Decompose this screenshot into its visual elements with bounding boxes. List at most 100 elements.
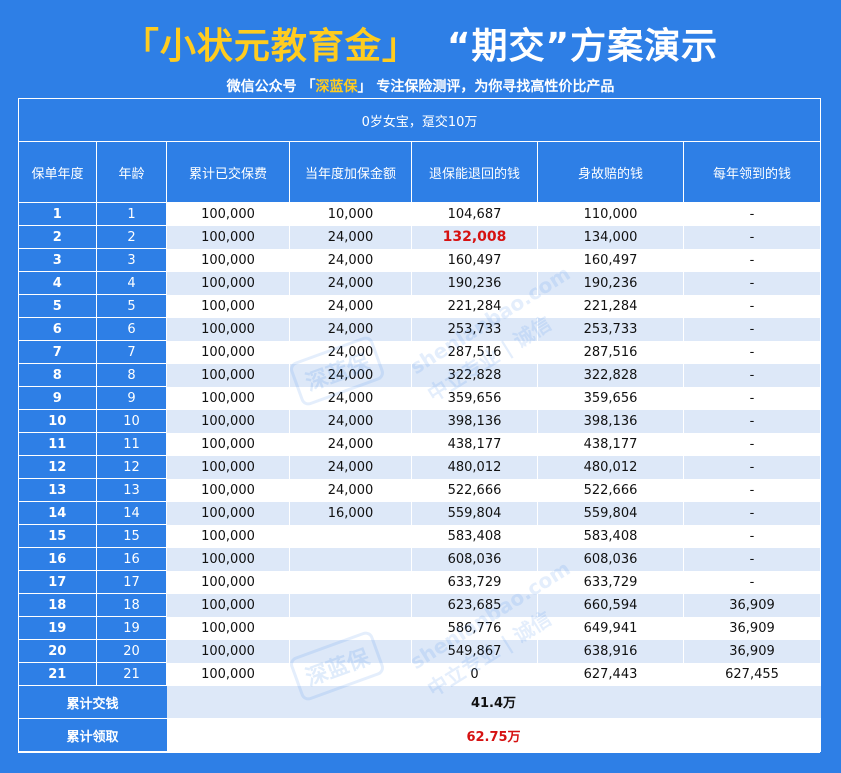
table-cell: 24,000 [289,317,412,341]
table-cell: 132,008 [411,225,538,249]
table-cell: 24,000 [289,340,412,364]
title-brand: 小状元教育金 [159,26,382,67]
table-cell: 100,000 [166,593,290,617]
table-row: 14 14 100,000 16,000 559,804 559,804- [18,501,822,525]
table-cell: 10 [18,409,97,433]
summary-label: 累计领取 [18,718,167,752]
table-row: 21 21 100,000 0 627,443 627,455 [18,662,822,686]
table-cell: 608,036 [537,547,684,571]
table-cell: 36,909 [683,616,822,640]
table-cell: - [683,455,822,479]
table-cell: 100,000 [166,639,290,663]
table-cell: 16 [18,547,97,571]
column-header: 年龄 [96,141,167,203]
table-cell: - [683,409,822,433]
table-cell: 100,000 [166,225,290,249]
table-cell: - [683,524,822,548]
table-cell: 8 [96,363,167,387]
column-header: 累计已交保费 [166,141,290,203]
subtitle-prefix: 微信公众号 「 [226,79,316,95]
table-cell: 100,000 [166,317,290,341]
table-row: 3 3 100,000 24,000 160,497 160,497- [18,248,822,272]
table-cell: 104,687 [411,202,538,226]
table-row: 12 12 100,000 24,000 480,012 480,012- [18,455,822,479]
table-cell: 16,000 [289,501,412,525]
table-row: 17 17 100,000 633,729 633,729- [18,570,822,594]
table-cell: 13 [18,478,97,502]
table-cell: 4 [18,271,97,295]
table-cell: 100,000 [166,547,290,571]
table-cell: 522,666 [411,478,538,502]
table-row: 19 19 100,000 586,776 649,941 36,909 [18,616,822,640]
table-cell: 160,497 [537,248,684,272]
table-cell: 100,000 [166,294,290,318]
table-cell: 9 [18,386,97,410]
table-cell: 221,284 [537,294,684,318]
table-row: 15 15 100,000 583,408 583,408- [18,524,822,548]
table-cell: - [683,363,822,387]
table-cell: 100,000 [166,662,290,686]
table-cell: 549,867 [411,639,538,663]
table-cell: 15 [96,524,167,548]
table-cell: 13 [96,478,167,502]
table-cell: 438,177 [537,432,684,456]
table-cell: - [683,202,822,226]
table-cell: 6 [18,317,97,341]
table-row: 4 4 100,000 24,000 190,236 190,236- [18,271,822,295]
table-cell [289,662,412,686]
table-cell: 522,666 [537,478,684,502]
table-cell: 586,776 [411,616,538,640]
column-header: 每年领到的钱 [682,141,822,203]
table-caption-row: 0岁女宝，趸交10万 [17,98,822,142]
table-row: 1 1 100,000 10,000 104,687 110,000- [18,202,822,226]
table-row: 16 16 100,000 608,036 608,036- [18,547,822,571]
table-cell: 24,000 [289,386,412,410]
table-cell: 559,804 [411,501,538,525]
table-cell: 221,284 [411,294,538,318]
table-cell: 6 [96,317,167,341]
title-rest: “期交”方案演示 [446,26,719,67]
table-cell: 24,000 [289,363,412,387]
table-cell: 19 [96,616,167,640]
table-cell: 583,408 [411,524,538,548]
table-cell: 583,408 [537,524,684,548]
table-row: 13 13 100,000 24,000 522,666 522,666- [18,478,822,502]
table-cell: 3 [18,248,97,272]
table-caption: 0岁女宝，趸交10万 [17,98,822,142]
table-row: 7 7 100,000 24,000 287,516 287,516- [18,340,822,364]
table-cell: 608,036 [411,547,538,571]
subtitle-suffix: 」 专注保险测评，为你寻找高性价比产品 [357,79,615,95]
table-cell: - [683,547,822,571]
table-cell: 24,000 [289,455,412,479]
table-cell: 100,000 [166,478,290,502]
table-cell: 11 [18,432,97,456]
table-cell: 100,000 [166,616,290,640]
page-title: 「小状元教育金」 “期交”方案演示 [0,22,841,72]
column-header: 身故赔的钱 [537,141,684,203]
title-open-bracket: 「 [122,26,160,67]
summary-value: 41.4万 [166,685,821,719]
table-cell: 12 [96,455,167,479]
plan-table: 0岁女宝，趸交10万 保单年度 年龄 累计已交保费 当年度加保金额 退保能退回的钱 身故赔… [17,98,822,752]
table-cell: 633,729 [537,570,684,594]
table-cell: 24,000 [289,294,412,318]
table-cell: 18 [18,593,97,617]
table-cell: - [683,225,822,249]
table-cell: 8 [18,363,97,387]
table-cell: 100,000 [166,432,290,456]
table-cell: 2 [18,225,97,249]
table-cell: 9 [96,386,167,410]
table-cell: 100,000 [166,386,290,410]
table-cell: 623,685 [411,593,538,617]
table-cell: 17 [96,570,167,594]
table-cell: 24,000 [289,248,412,272]
table-row: 2 2 100,000 24,000 132,008 134,000- [18,225,822,249]
table-cell: 627,455 [683,662,822,686]
table-cell: 100,000 [166,202,290,226]
table-cell [289,547,412,571]
column-header: 当年度加保金额 [289,141,412,203]
table-cell: 190,236 [411,271,538,295]
table-cell [289,639,412,663]
title-close-bracket: 」 [381,26,419,67]
table-cell: 100,000 [166,248,290,272]
